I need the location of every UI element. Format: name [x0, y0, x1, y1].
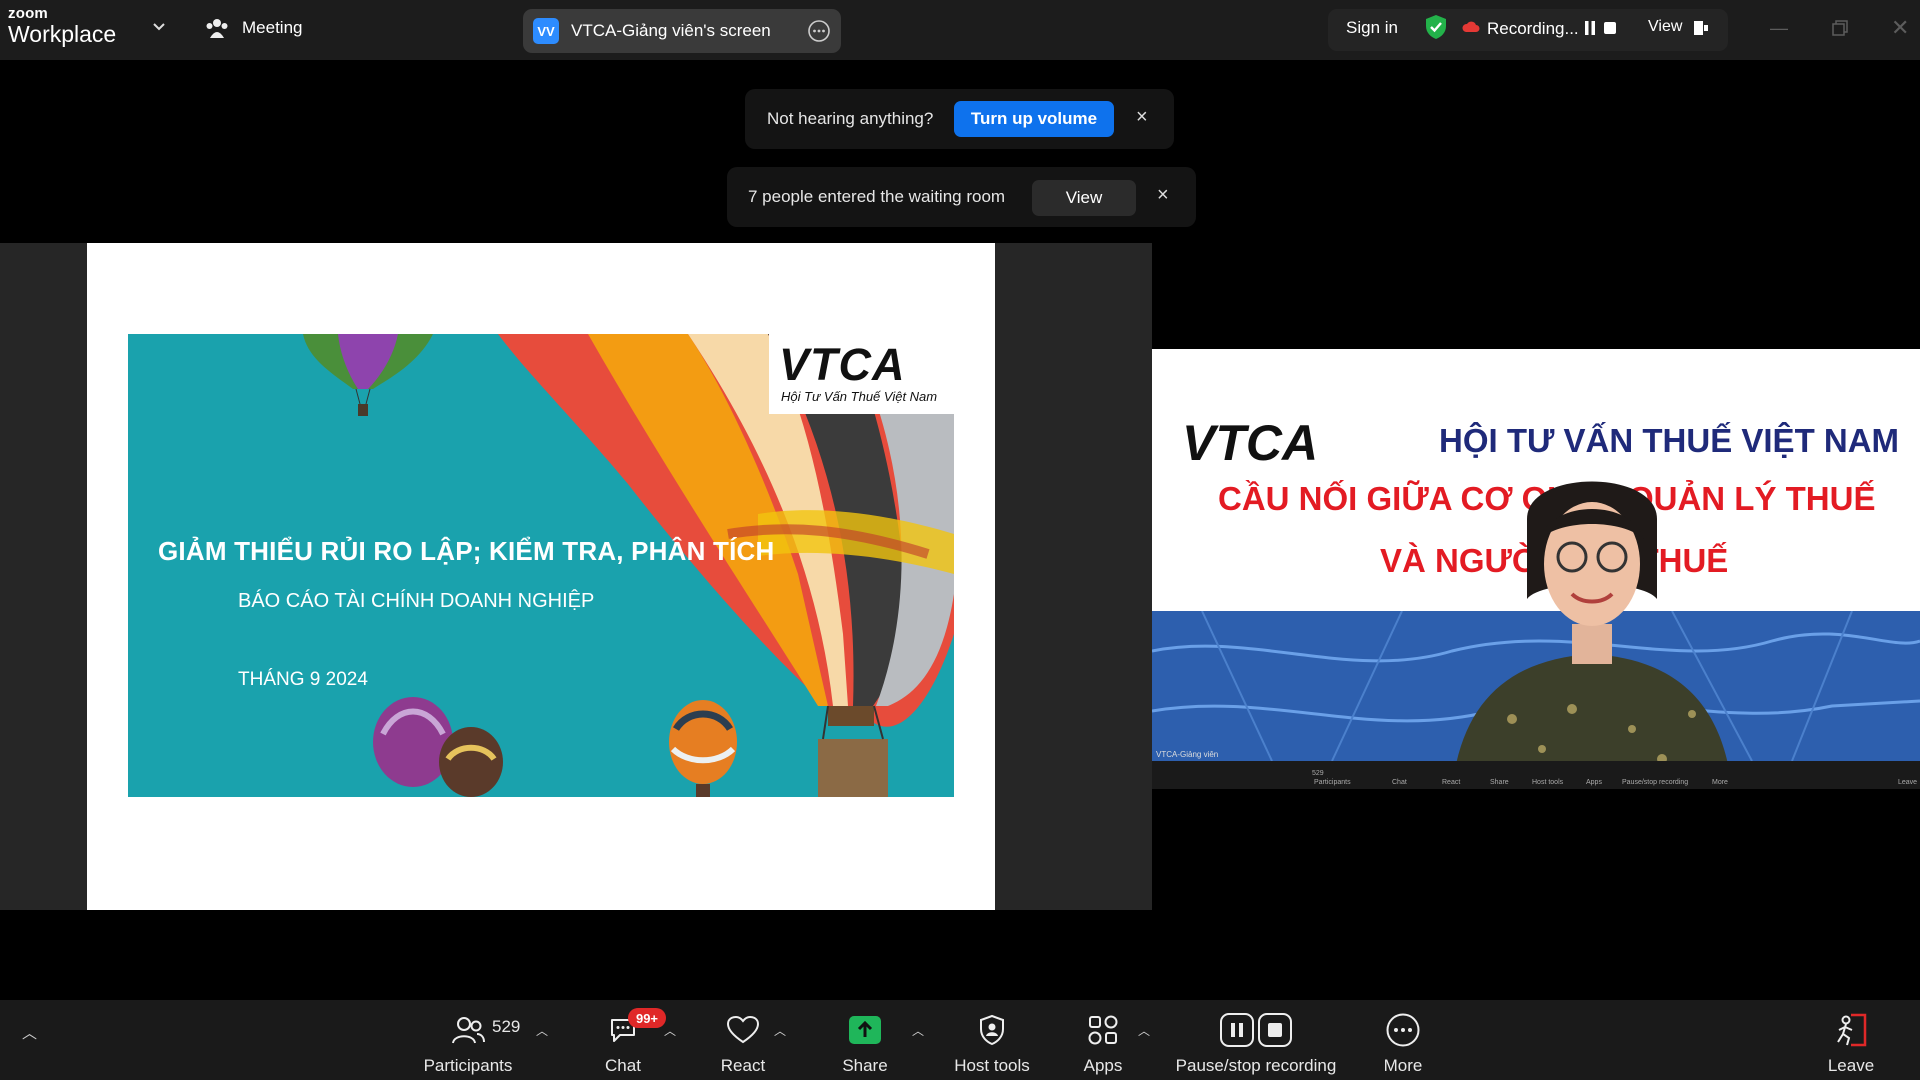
leave-button[interactable]: Leave	[1818, 1012, 1884, 1076]
leave-label: Leave	[1827, 1056, 1875, 1075]
chevron-up-icon[interactable]: ︿	[22, 1022, 37, 1043]
pause-stop-recording-button[interactable]: Pause/stop recording	[1166, 1012, 1346, 1076]
mini-leave-label: Leave	[1898, 779, 1918, 786]
host-tools-shield-icon	[980, 1014, 1004, 1046]
stop-recording-icon[interactable]	[1604, 22, 1616, 34]
participants-count: 529	[492, 1017, 521, 1036]
participants-options-caret[interactable]: ︿	[536, 1022, 548, 1039]
mini-participants-count: 529	[1312, 770, 1324, 777]
vtca-logo-text: VTCA	[779, 339, 906, 390]
mini-more-label: More	[1712, 779, 1728, 786]
encryption-shield-icon[interactable]	[1424, 14, 1448, 40]
mini-host-tools-label: Host tools	[1532, 779, 1564, 786]
apps-options-caret[interactable]: ︿	[1138, 1022, 1150, 1039]
more-options-icon[interactable]	[807, 19, 831, 43]
waiting-room-text: 7 people entered the waiting room	[748, 187, 1006, 206]
meeting-label: Meeting	[242, 18, 303, 37]
view-menu-button[interactable]: View	[1648, 18, 1682, 36]
participant-name-label: VTCA-Giảng viên	[1156, 750, 1219, 759]
mini-share-label: Share	[1490, 779, 1509, 786]
react-button[interactable]: React	[710, 1012, 776, 1076]
sign-in-button[interactable]: Sign in	[1346, 18, 1398, 38]
mini-apps-label: Apps	[1586, 779, 1602, 786]
view-waiting-room-button[interactable]: View	[1032, 180, 1136, 216]
more-button[interactable]: More	[1370, 1012, 1436, 1076]
close-window-icon[interactable]: ✕	[1891, 15, 1909, 41]
minimize-icon[interactable]: —	[1770, 18, 1788, 39]
apps-label: Apps	[1083, 1056, 1123, 1075]
mini-participants-label: Participants	[1314, 779, 1351, 786]
more-icon	[1386, 1013, 1420, 1047]
share-button[interactable]: Share	[832, 1012, 898, 1076]
audio-notification: Not hearing anything? Turn up volume ×	[745, 89, 1174, 149]
audio-notification-text: Not hearing anything?	[767, 109, 934, 128]
share-screen-icon	[849, 1016, 881, 1044]
brand-small: zoom	[8, 5, 48, 22]
video-banner-line-1: HỘI TƯ VẤN THUẾ VIỆT NAM	[1439, 422, 1900, 459]
heart-icon	[726, 1015, 760, 1044]
chat-options-caret[interactable]: ︿	[664, 1022, 676, 1039]
slide-title: GIẢM THIỂU RỦI RO LẬP; KIỂM TRA, PHÂN TÍ…	[158, 536, 775, 566]
vtca-logo-tagline: Hội Tư Vấn Thuế Việt Nam	[781, 389, 938, 404]
chevron-down-icon[interactable]	[152, 20, 166, 34]
presentation-slide: VTCA Hội Tư Vấn Thuế Việt Nam GIẢM THIỂU…	[128, 334, 954, 797]
mini-toolbar-reflection: 529 Participants Chat React Share Host t…	[1152, 761, 1920, 789]
speaker-person	[1452, 481, 1732, 789]
mini-react-label: React	[1442, 779, 1461, 786]
mini-chat-label: Chat	[1392, 779, 1407, 786]
apps-icon	[1088, 1015, 1118, 1045]
speaker-video-tile[interactable]: VTCA HỘI TƯ VẤN THUẾ VIỆT NAM CẦU NỐI GI…	[1152, 349, 1920, 789]
app-logo: zoom Workplace	[8, 5, 117, 47]
chat-unread-badge: 99+	[628, 1008, 666, 1028]
restore-window-icon[interactable]	[1832, 20, 1848, 36]
people-icon	[206, 19, 228, 38]
mini-pause-stop-label: Pause/stop recording	[1622, 779, 1689, 786]
cloud-recording-icon	[1462, 21, 1480, 32]
pause-stop-recording-icon	[1220, 1013, 1292, 1047]
sharer-avatar: VV	[533, 18, 559, 44]
pause-stop-recording-label: Pause/stop recording	[1175, 1056, 1337, 1075]
chat-label: Chat	[605, 1056, 641, 1075]
share-options-caret[interactable]: ︿	[912, 1022, 924, 1039]
pause-recording-icon[interactable]	[1584, 21, 1596, 35]
participants-label: Participants	[423, 1056, 513, 1075]
waiting-room-notification: 7 people entered the waiting room View ×	[727, 167, 1196, 227]
close-icon[interactable]: ×	[1157, 184, 1169, 207]
participants-icon	[452, 1017, 485, 1044]
slide-date: THÁNG 9 2024	[238, 669, 368, 690]
leave-door-icon	[1837, 1013, 1867, 1047]
vtca-logo: VTCA Hội Tư Vấn Thuế Việt Nam	[769, 334, 954, 414]
screen-share-indicator[interactable]: VV VTCA-Giảng viên's screen	[523, 9, 841, 53]
host-tools-button[interactable]: Host tools	[944, 1012, 1040, 1076]
meeting-menu[interactable]: Meeting	[206, 18, 302, 38]
react-options-caret[interactable]: ︿	[774, 1022, 786, 1039]
close-icon[interactable]: ×	[1136, 106, 1148, 129]
react-label: React	[720, 1056, 766, 1075]
apps-button[interactable]: Apps	[1070, 1012, 1136, 1076]
share-title: VTCA-Giảng viên's screen	[571, 21, 771, 40]
more-label: More	[1383, 1056, 1423, 1075]
view-layout-icon[interactable]	[1693, 20, 1709, 36]
share-label: Share	[842, 1056, 888, 1075]
host-tools-label: Host tools	[954, 1056, 1030, 1075]
slide-subtitle: BÁO CÁO TÀI CHÍNH DOANH NGHIỆP	[238, 590, 595, 612]
recording-status: Recording...	[1487, 19, 1579, 38]
video-banner-logo: VTCA	[1182, 415, 1319, 471]
turn-up-volume-button[interactable]: Turn up volume	[954, 101, 1114, 137]
brand-big: Workplace	[8, 21, 117, 47]
